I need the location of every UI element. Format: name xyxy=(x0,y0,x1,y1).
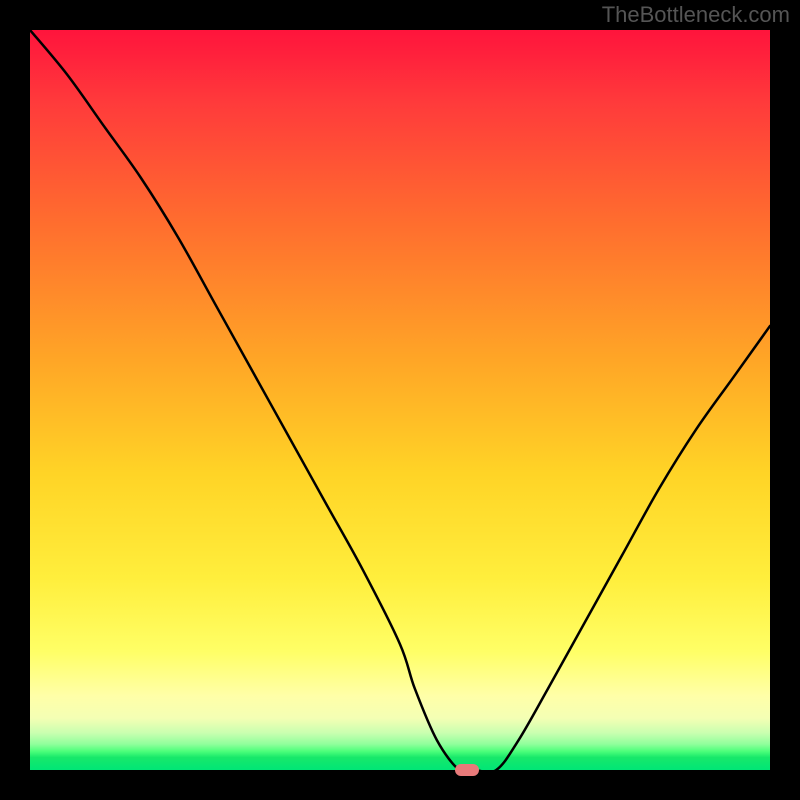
optimal-marker xyxy=(455,764,479,776)
plot-area xyxy=(30,30,770,770)
watermark-text: TheBottleneck.com xyxy=(602,2,790,28)
chart-container: TheBottleneck.com xyxy=(0,0,800,800)
bottleneck-curve xyxy=(30,30,770,770)
